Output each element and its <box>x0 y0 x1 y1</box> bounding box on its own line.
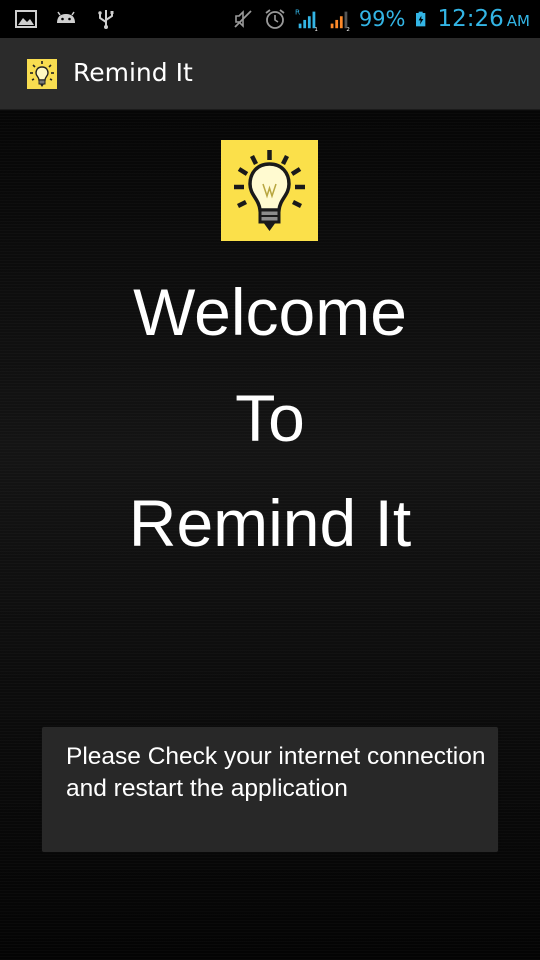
battery-icon <box>415 11 425 27</box>
lightbulb-icon <box>221 140 318 241</box>
toast-message: Please Check your internet connection an… <box>42 727 498 852</box>
usb-icon <box>98 10 114 29</box>
android-icon <box>57 11 75 23</box>
app-title: Remind It <box>73 58 193 87</box>
signal-icon-1: R 1 <box>295 7 318 31</box>
welcome-text-line-2: To <box>235 381 305 455</box>
lightbulb-icon[interactable] <box>27 59 57 89</box>
action-bar: Remind It <box>0 38 540 111</box>
clock-time: 12:26 <box>437 6 504 32</box>
svg-text:1: 1 <box>314 27 318 31</box>
status-bar: R 1 2 99% 12:26 AM <box>0 0 540 38</box>
battery-percent: 99% <box>358 7 406 31</box>
gallery-icon <box>15 10 37 28</box>
mute-icon <box>234 10 252 28</box>
alarm-icon <box>265 9 285 29</box>
svg-text:R: R <box>295 7 300 16</box>
app-screen: R 1 2 99% 12:26 AM Remind It Welcome To … <box>0 0 540 960</box>
welcome-text-line-1: Welcome <box>133 275 407 349</box>
toast-text: Please Check your internet connection an… <box>66 743 486 802</box>
main-content: Welcome To Remind It Please Check your i… <box>0 110 540 960</box>
welcome-text-line-3: Remind It <box>128 486 412 560</box>
clock-ampm: AM <box>506 12 530 30</box>
clock: 12:26 AM <box>438 6 531 32</box>
svg-text:2: 2 <box>346 27 350 31</box>
signal-icon-2: 2 <box>330 11 350 31</box>
